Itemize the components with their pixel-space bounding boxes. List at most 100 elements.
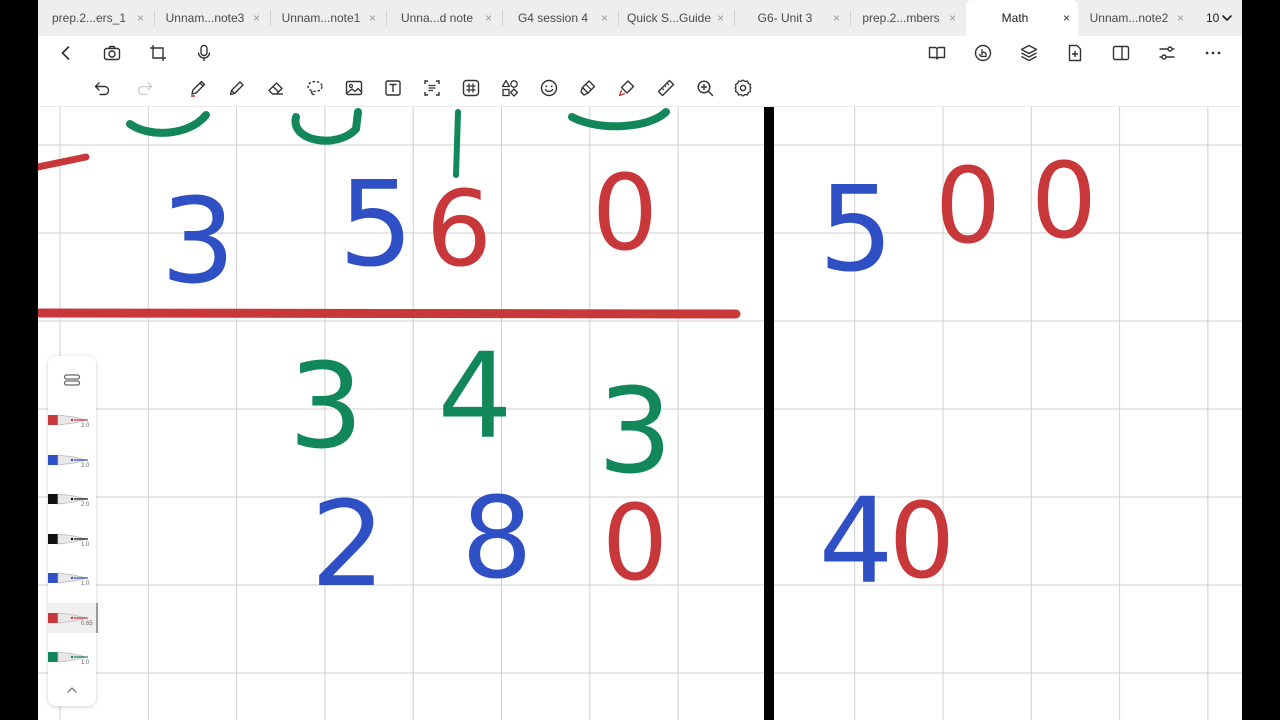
microphone-button[interactable] [190,39,218,67]
digit-row3-ones: 0 [602,482,668,604]
tab-unnamed-note3[interactable]: Unnam...note3 × [156,0,268,36]
close-icon[interactable]: × [833,10,840,26]
tab-label: Math [1001,11,1029,25]
settings-sliders-icon [1159,46,1175,60]
pen-preset-4[interactable]: 1.0 [48,524,96,554]
notes-app: prep.2...ers_1 × Unnam...note3 × Unnam..… [38,0,1242,720]
digit-result-tens: 4 [437,327,512,465]
adjust-button[interactable] [1153,39,1181,67]
touch-icon [974,44,992,62]
laser-pointer-icon [618,80,635,97]
digit-right-row2-2: 0 [889,480,955,602]
crop-button[interactable] [144,39,172,67]
tab-prep-mbers[interactable]: prep.2...mbers × [852,0,964,36]
shapes-button[interactable] [496,74,524,102]
pen-preset-1[interactable]: 2.0 [48,405,96,435]
fountain-pen-icon [48,651,88,663]
camera-button[interactable] [98,39,126,67]
highlighter-button[interactable] [574,74,602,102]
ocr-button[interactable] [418,74,446,102]
add-page-button[interactable] [1061,39,1089,67]
close-icon[interactable]: × [717,10,724,26]
pencil-tool-button[interactable] [223,74,251,102]
palette-handle[interactable] [62,370,82,390]
close-icon[interactable]: × [1177,10,1184,26]
pen-preset-2[interactable]: 2.0 [48,445,96,475]
table-icon [462,79,480,97]
fountain-pen-icon [48,533,88,544]
pen-width-label: 0.65 [81,620,93,627]
eraser-tool-button[interactable] [262,74,290,102]
sticker-button[interactable] [535,74,563,102]
zoom-button[interactable] [691,74,719,102]
pen-preset-5[interactable]: 1.0 [48,563,96,593]
pen-preset-7[interactable]: 1.0 [48,642,96,672]
image-icon [345,80,363,96]
drawing-toolbar [38,70,1242,107]
undo-button[interactable] [88,74,116,102]
table-button[interactable] [457,74,485,102]
tab-unnamed-note1[interactable]: Unnam...note1 × [272,0,384,36]
chevron-down-icon [1222,15,1233,21]
laser-pointer-button[interactable] [613,74,641,102]
tab-prep-ers-1[interactable]: prep.2...ers_1 × [40,0,152,36]
collapse-palette-button[interactable] [62,682,82,698]
tab-unnamed-note[interactable]: Unna...d note × [388,0,500,36]
insert-image-button[interactable] [340,74,368,102]
tab-separator [386,10,387,26]
layers-button[interactable] [1015,39,1043,67]
undo-icon [94,82,110,96]
ink-stroke [38,153,90,171]
tab-separator [502,10,503,26]
pen-preset-3[interactable]: 2.0 [48,484,96,514]
pencil-icon [229,81,244,96]
tab-g6-unit-3[interactable]: G6- Unit 3 × [736,0,848,36]
crop-icon [150,45,166,61]
close-icon[interactable]: × [485,10,492,26]
close-icon[interactable]: × [253,10,260,26]
chevron-up-icon [67,687,77,693]
tab-count-dropdown[interactable]: 10 [1202,9,1237,27]
pen-tool-button[interactable] [184,74,212,102]
close-icon[interactable]: × [369,10,376,26]
redo-button[interactable] [131,74,159,102]
digit-hundreds-thousands: 3 [160,172,235,310]
reading-mode-button[interactable] [923,39,951,67]
tab-label: Unna...d note [400,11,474,25]
close-icon[interactable]: × [1063,10,1070,26]
digit-right-row2-1: 4 [818,472,893,610]
underline-stroke [38,308,741,319]
tab-quick-start-guide[interactable]: Quick S...Guide × [620,0,732,36]
tab-separator [154,10,155,26]
more-button[interactable] [1199,39,1227,67]
split-view-button[interactable] [1107,39,1135,67]
tab-separator [734,10,735,26]
back-button[interactable] [52,39,80,67]
eraser-icon [268,82,283,95]
tab-label: Unnam...note1 [281,11,361,25]
tab-label: Unnam...note3 [165,11,245,25]
text-box-icon [385,80,401,96]
pen-preset-6[interactable]: 0.65 [48,602,98,633]
settings-button[interactable] [729,74,757,102]
more-icon [1205,51,1221,55]
close-icon[interactable]: × [949,10,956,26]
note-canvas[interactable]: 3 5 6 0 3 4 3 2 8 0 5 0 0 4 0 [38,107,1242,720]
tab-separator [270,10,271,26]
camera-icon [103,45,121,61]
close-icon[interactable]: × [137,10,144,26]
tab-unnamed-note2[interactable]: Unnam...note2 × [1080,0,1192,36]
close-icon[interactable]: × [601,10,608,26]
text-box-button[interactable] [379,74,407,102]
pen-icon [191,80,206,97]
gear-icon [734,79,752,97]
tab-g4-session-4[interactable]: G4 session 4 × [504,0,616,36]
digit-hundreds: 5 [338,155,413,293]
ruler-button[interactable] [652,74,680,102]
digit-right-row1-2: 0 [935,145,1001,267]
lasso-tool-button[interactable] [301,74,329,102]
layers-icon [1020,44,1038,62]
tab-math[interactable]: Math × [966,0,1078,36]
pen-width-label: 2.0 [81,502,90,508]
touch-mode-button[interactable] [969,39,997,67]
